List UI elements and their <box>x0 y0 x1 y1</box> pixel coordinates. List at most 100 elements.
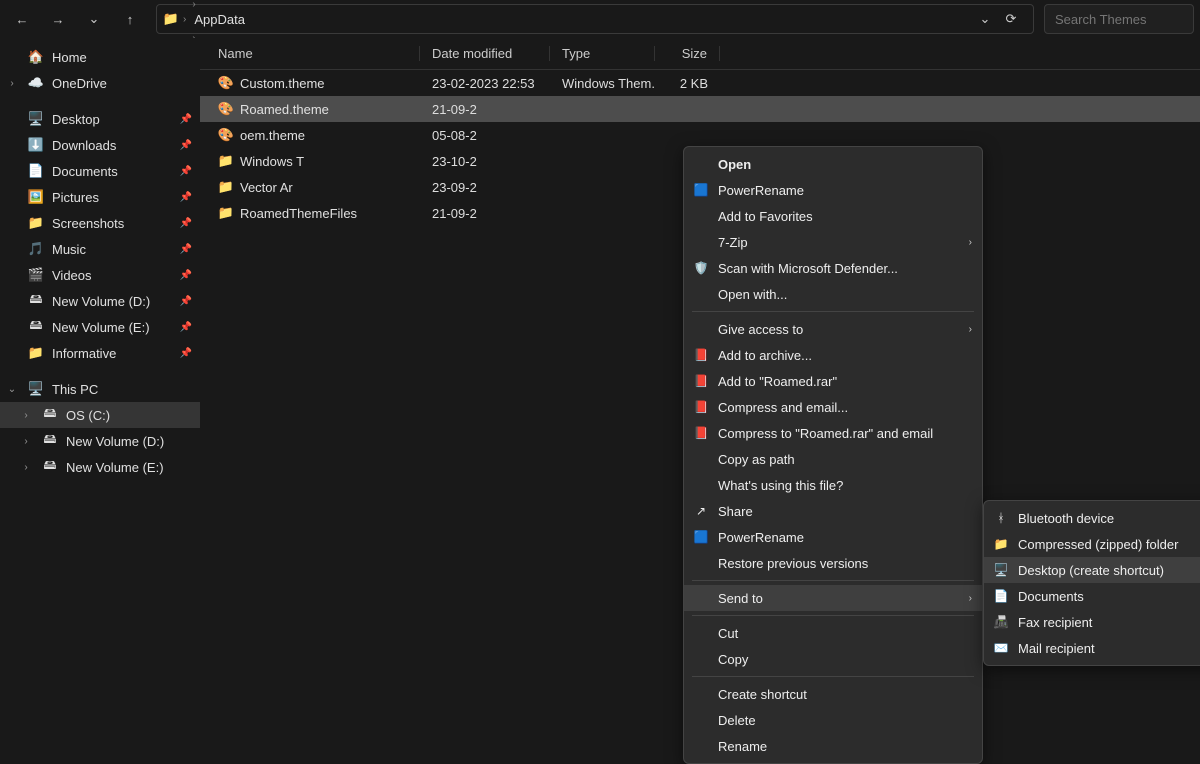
menu-separator <box>692 615 974 616</box>
menu-item[interactable]: 7-Zip› <box>684 229 982 255</box>
sidebar-item[interactable]: › ☁️ OneDrive <box>0 70 200 96</box>
menu-item-icon <box>692 321 710 337</box>
expand-icon[interactable]: ⌄ <box>6 384 18 395</box>
forward-button[interactable]: → <box>42 3 74 35</box>
menu-item[interactable]: 📕Add to "Roamed.rar" <box>684 368 982 394</box>
chevron-right-icon: › <box>969 237 972 248</box>
menu-item[interactable]: ✉️Mail recipient <box>984 635 1200 661</box>
expand-icon[interactable]: › <box>20 462 32 473</box>
refresh-button[interactable]: ⟳ <box>999 7 1023 31</box>
sidebar-item[interactable]: 🎬Videos📌 <box>0 262 200 288</box>
menu-item-icon <box>692 651 710 667</box>
expand-icon[interactable]: › <box>20 410 32 421</box>
sidebar-item[interactable]: ⌄🖥️This PC <box>0 376 200 402</box>
menu-item[interactable]: Cut <box>684 620 982 646</box>
menu-item[interactable]: Delete <box>684 707 982 733</box>
breadcrumb-item[interactable]: AppData <box>190 10 251 29</box>
sidebar-item[interactable]: 🖴New Volume (E:)📌 <box>0 314 200 340</box>
menu-item-label: Add to "Roamed.rar" <box>718 374 972 389</box>
menu-item[interactable]: 🟦PowerRename <box>684 524 982 550</box>
pin-icon: 📌 <box>180 192 192 203</box>
col-size[interactable]: Size <box>655 46 720 61</box>
menu-item-icon <box>692 451 710 467</box>
menu-item-icon: 🟦 <box>692 182 710 198</box>
menu-item[interactable]: 🖥️Desktop (create shortcut) <box>984 557 1200 583</box>
col-date[interactable]: Date modified <box>420 46 550 61</box>
sidebar: 🏠Home › ☁️ OneDrive 🖥️Desktop📌⬇️Downloads📌📄… <box>0 38 200 600</box>
item-icon: ☁️ <box>28 75 44 91</box>
chevron-right-icon: › <box>190 0 197 10</box>
sidebar-item[interactable]: 🖥️Desktop📌 <box>0 106 200 132</box>
file-row[interactable]: 🎨Custom.theme23-02-2023 22:53Windows The… <box>200 70 1200 96</box>
menu-item-icon: 🛡️ <box>692 260 710 276</box>
menu-item[interactable]: Open <box>684 151 982 177</box>
menu-item[interactable]: Create shortcut <box>684 681 982 707</box>
sidebar-item[interactable]: ›🖴OS (C:) <box>0 402 200 428</box>
menu-item[interactable]: 📠Fax recipient <box>984 609 1200 635</box>
context-menu: Open🟦PowerRenameAdd to Favorites7-Zip›🛡️… <box>683 146 983 764</box>
file-date: 23-10-2 <box>420 154 550 169</box>
sidebar-item-label: OneDrive <box>52 76 107 91</box>
menu-item[interactable]: Copy as path <box>684 446 982 472</box>
sidebar-item[interactable]: ›🖴New Volume (E:) <box>0 454 200 480</box>
menu-item[interactable]: 🟦 PowerRename <box>684 177 982 203</box>
menu-item[interactable]: Send to › <box>684 585 982 611</box>
menu-item[interactable]: 📕Compress and email... <box>684 394 982 420</box>
menu-item[interactable]: Give access to› <box>684 316 982 342</box>
sidebar-item[interactable]: ›🖴New Volume (D:) <box>0 428 200 454</box>
menu-item-label: Compress to "Roamed.rar" and email <box>718 426 972 441</box>
item-icon: 🎬 <box>28 267 44 283</box>
item-icon: 📁 <box>28 345 44 361</box>
menu-item-icon: ↗ <box>692 503 710 519</box>
sidebar-item-label: New Volume (D:) <box>52 294 150 309</box>
col-name[interactable]: Name <box>200 46 420 61</box>
menu-item[interactable]: 🛡️Scan with Microsoft Defender... <box>684 255 982 281</box>
sidebar-item[interactable]: 📁Screenshots📌 <box>0 210 200 236</box>
file-row[interactable]: 🎨Roamed.theme21-09-2 <box>200 96 1200 122</box>
sidebar-item[interactable]: 🖴New Volume (D:)📌 <box>0 288 200 314</box>
sidebar-item-label: New Volume (D:) <box>66 434 164 449</box>
menu-item-icon <box>692 712 710 728</box>
sidebar-item[interactable]: 🏠Home <box>0 44 200 70</box>
expand-icon[interactable]: › <box>20 436 32 447</box>
file-date: 21-09-2 <box>420 102 550 117</box>
menu-item[interactable]: 📕Compress to "Roamed.rar" and email <box>684 420 982 446</box>
menu-item-icon <box>692 686 710 702</box>
chevron-right-icon: › <box>969 593 972 604</box>
sidebar-item[interactable]: 📄Documents📌 <box>0 158 200 184</box>
sidebar-item[interactable]: 🎵Music📌 <box>0 236 200 262</box>
file-name: Vector Ar <box>240 180 293 195</box>
menu-item-label: Desktop (create shortcut) <box>1018 563 1200 578</box>
recent-button[interactable]: ⌄ <box>78 3 110 35</box>
menu-item-icon: 📁 <box>992 536 1010 552</box>
file-row[interactable]: 🎨oem.theme05-08-2 <box>200 122 1200 148</box>
menu-item[interactable]: 📁Compressed (zipped) folder <box>984 531 1200 557</box>
menu-item[interactable]: What's using this file? <box>684 472 982 498</box>
menu-item[interactable]: Copy <box>684 646 982 672</box>
search-input[interactable] <box>1044 4 1194 34</box>
menu-item-label: Send to <box>718 591 961 606</box>
breadcrumb[interactable]: 📁 › This PC›OS (C:)›Users›Asus›AppData›L… <box>156 4 1034 34</box>
menu-item-label: Copy as path <box>718 452 972 467</box>
menu-item[interactable]: ᚼBluetooth device <box>984 505 1200 531</box>
expand-icon[interactable]: › <box>6 78 18 89</box>
menu-item[interactable]: Add to Favorites <box>684 203 982 229</box>
back-button[interactable]: ← <box>6 3 38 35</box>
sidebar-item[interactable]: 📁Informative📌 <box>0 340 200 366</box>
column-headers[interactable]: Name Date modified Type Size <box>200 38 1200 70</box>
col-type[interactable]: Type <box>550 46 655 61</box>
menu-item[interactable]: Open with... <box>684 281 982 307</box>
menu-item[interactable]: 📄Documents <box>984 583 1200 609</box>
menu-item-label: Cut <box>718 626 972 641</box>
menu-item[interactable]: 📕Add to archive... <box>684 342 982 368</box>
address-dropdown[interactable]: ⌄ <box>973 7 997 31</box>
menu-item[interactable]: Restore previous versions <box>684 550 982 576</box>
sidebar-item[interactable]: 🖼️Pictures📌 <box>0 184 200 210</box>
sidebar-item[interactable]: ⬇️Downloads📌 <box>0 132 200 158</box>
file-name: RoamedThemeFiles <box>240 206 357 221</box>
menu-item[interactable]: Rename <box>684 733 982 759</box>
up-button[interactable]: ↑ <box>114 3 146 35</box>
menu-item-label: PowerRename <box>718 183 972 198</box>
menu-item[interactable]: ↗Share <box>684 498 982 524</box>
item-icon: ⬇️ <box>28 137 44 153</box>
